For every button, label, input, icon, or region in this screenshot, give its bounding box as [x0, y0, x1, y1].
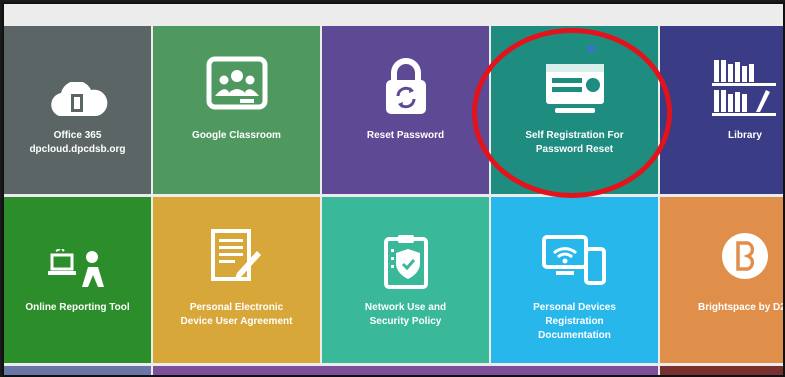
- tile-reset-password[interactable]: Reset Password: [322, 26, 489, 194]
- tile-label: Office 365: [53, 130, 102, 141]
- tile-label: Security Policy: [369, 316, 442, 327]
- student-laptop-icon: [4, 249, 151, 309]
- document-sign-icon: [153, 229, 320, 289]
- tile-label: Google Classroom: [192, 130, 281, 141]
- tile-row3-3[interactable]: [660, 366, 783, 375]
- tile-label: Personal Electronic: [189, 302, 284, 313]
- bookshelf-icon: [660, 56, 783, 116]
- tile-label: Personal Devices: [533, 302, 616, 313]
- tile-label: Reset Password: [366, 130, 445, 141]
- tile-row3-2[interactable]: [153, 366, 658, 375]
- clipboard-shield-icon: [322, 233, 489, 293]
- tile-personal-devices-registration[interactable]: Personal Devices Registration Documentat…: [491, 197, 658, 363]
- tile-library[interactable]: Library: [660, 26, 783, 194]
- tile-label: dpcloud.dpcdsb.org: [29, 144, 126, 155]
- tile-label: Brightspace by D2L: [698, 302, 783, 313]
- tile-label: Library: [728, 130, 762, 141]
- tile-label: Registration: [545, 316, 604, 327]
- devices-wifi-icon: [491, 233, 658, 293]
- registration-form-icon: [491, 61, 658, 121]
- tile-personal-electronic-device-agreement[interactable]: Personal Electronic Device User Agreemen…: [153, 197, 320, 363]
- tile-label: Online Reporting Tool: [25, 302, 130, 313]
- tile-self-registration[interactable]: Self Registration For Password Reset: [491, 26, 658, 194]
- google-classroom-icon: [153, 56, 320, 116]
- cursor-dot: [588, 45, 595, 52]
- brightspace-logo-icon: [660, 231, 783, 291]
- tile-label: Self Registration For: [525, 130, 624, 141]
- tile-label: Network Use and: [364, 302, 447, 313]
- tile-label: Device User Agreement: [180, 316, 293, 327]
- tile-online-reporting-tool[interactable]: Online Reporting Tool: [4, 197, 151, 363]
- padlock-refresh-icon: [322, 56, 489, 116]
- tile-label: Documentation: [538, 330, 611, 341]
- tile-office-365[interactable]: Office 365 dpcloud.dpcdsb.org: [4, 26, 151, 194]
- tile-label: Password Reset: [535, 144, 614, 155]
- tile-row3-1[interactable]: [4, 366, 151, 375]
- tile-network-use-security-policy[interactable]: Network Use and Security Policy: [322, 197, 489, 363]
- tile-google-classroom[interactable]: Google Classroom: [153, 26, 320, 194]
- app-tile-grid: Office 365 dpcloud.dpcdsb.org Google Cla…: [2, 2, 785, 377]
- tile-brightspace[interactable]: Brightspace by D2L: [660, 197, 783, 363]
